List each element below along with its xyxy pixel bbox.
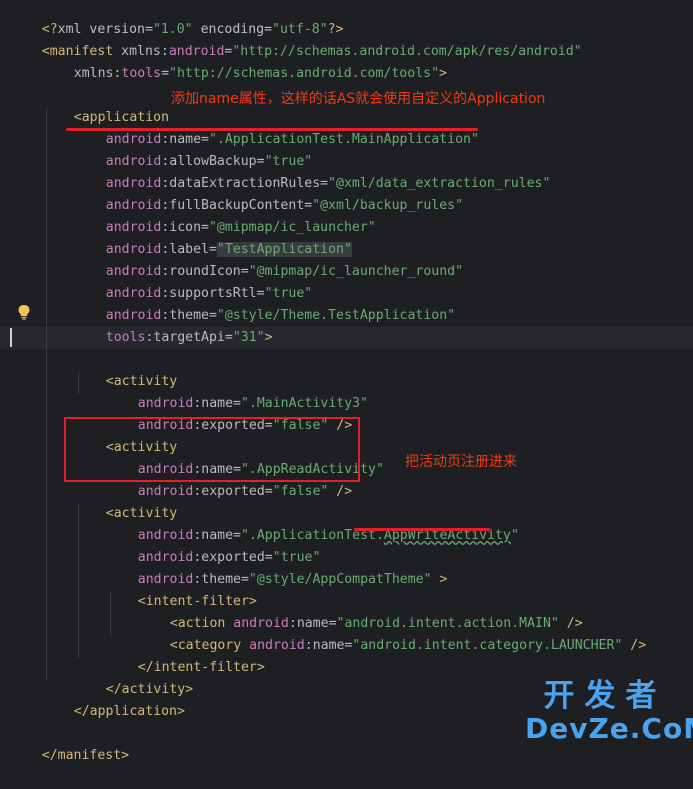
watermark-bottom: DevZe.CoM <box>525 712 693 745</box>
code-line-15: tools:targetApi="31"> <box>105 330 273 345</box>
code-line-3: xmlns:tools="http://schemas.android.com/… <box>73 66 447 81</box>
code-line-29: <category android:name="android.intent.c… <box>169 638 647 653</box>
code-line-32: </application> <box>73 704 185 719</box>
code-line-1: <?xml version="1.0" encoding="utf-8"?> <box>41 22 344 37</box>
code-line-5: <application <box>73 110 170 125</box>
code-line-31: </activity> <box>105 682 194 697</box>
code-line-19: android:exported="false" /> <box>137 418 353 433</box>
code-line-34: </manifest> <box>41 748 130 763</box>
code-line-18: android:name=".MainActivity3" <box>137 396 369 411</box>
code-line-27: <intent-filter> <box>137 594 257 609</box>
code-line-12: android:roundIcon="@mipmap/ic_launcher_r… <box>105 264 464 279</box>
code-line-25: android:exported="true" <box>137 550 321 565</box>
code-line-8: android:dataExtractionRules="@xml/data_e… <box>105 176 551 191</box>
code-line-7: android:allowBackup="true" <box>105 154 313 169</box>
watermark-top: 开发者 <box>543 678 667 714</box>
code-line-23: <activity <box>105 506 178 521</box>
indent-guide <box>46 108 47 680</box>
code-line-30: </intent-filter> <box>137 660 265 675</box>
text-caret <box>10 328 12 347</box>
annotation-middle: 把活动页注册进来 <box>405 454 517 470</box>
annotation-top: 添加name属性，这样的话AS就会使用自定义的Application <box>171 91 546 107</box>
code-line-2: <manifest xmlns:android="http://schemas.… <box>41 44 582 59</box>
code-line-6: android:name=".ApplicationTest.MainAppli… <box>105 132 479 147</box>
watermark: 开发者 DevZe.CoM <box>525 678 693 745</box>
lightbulb-icon[interactable] <box>17 304 31 320</box>
code-line-13: android:supportsRtl="true" <box>105 286 313 301</box>
code-line-11: android:label="TestApplication" <box>105 242 352 257</box>
code-line-26: android:theme="@style/AppCompatTheme" > <box>137 572 448 587</box>
code-editor[interactable]: <?xml version="1.0" encoding="utf-8"?> <… <box>0 0 693 763</box>
code-line-24: android:name=".ApplicationTest.AppWriteA… <box>137 528 519 543</box>
code-line-28: <action android:name="android.intent.act… <box>169 616 583 631</box>
code-line-10: android:icon="@mipmap/ic_launcher" <box>105 220 376 235</box>
underline-main-application <box>66 128 478 131</box>
highlight-box-app-read-activity <box>64 417 360 482</box>
code-line-9: android:fullBackupContent="@xml/backup_r… <box>105 198 464 213</box>
code-line-14: android:theme="@style/Theme.TestApplicat… <box>105 308 456 323</box>
underline-app-write-activity <box>354 528 490 531</box>
code-line-17: <activity <box>105 374 178 389</box>
